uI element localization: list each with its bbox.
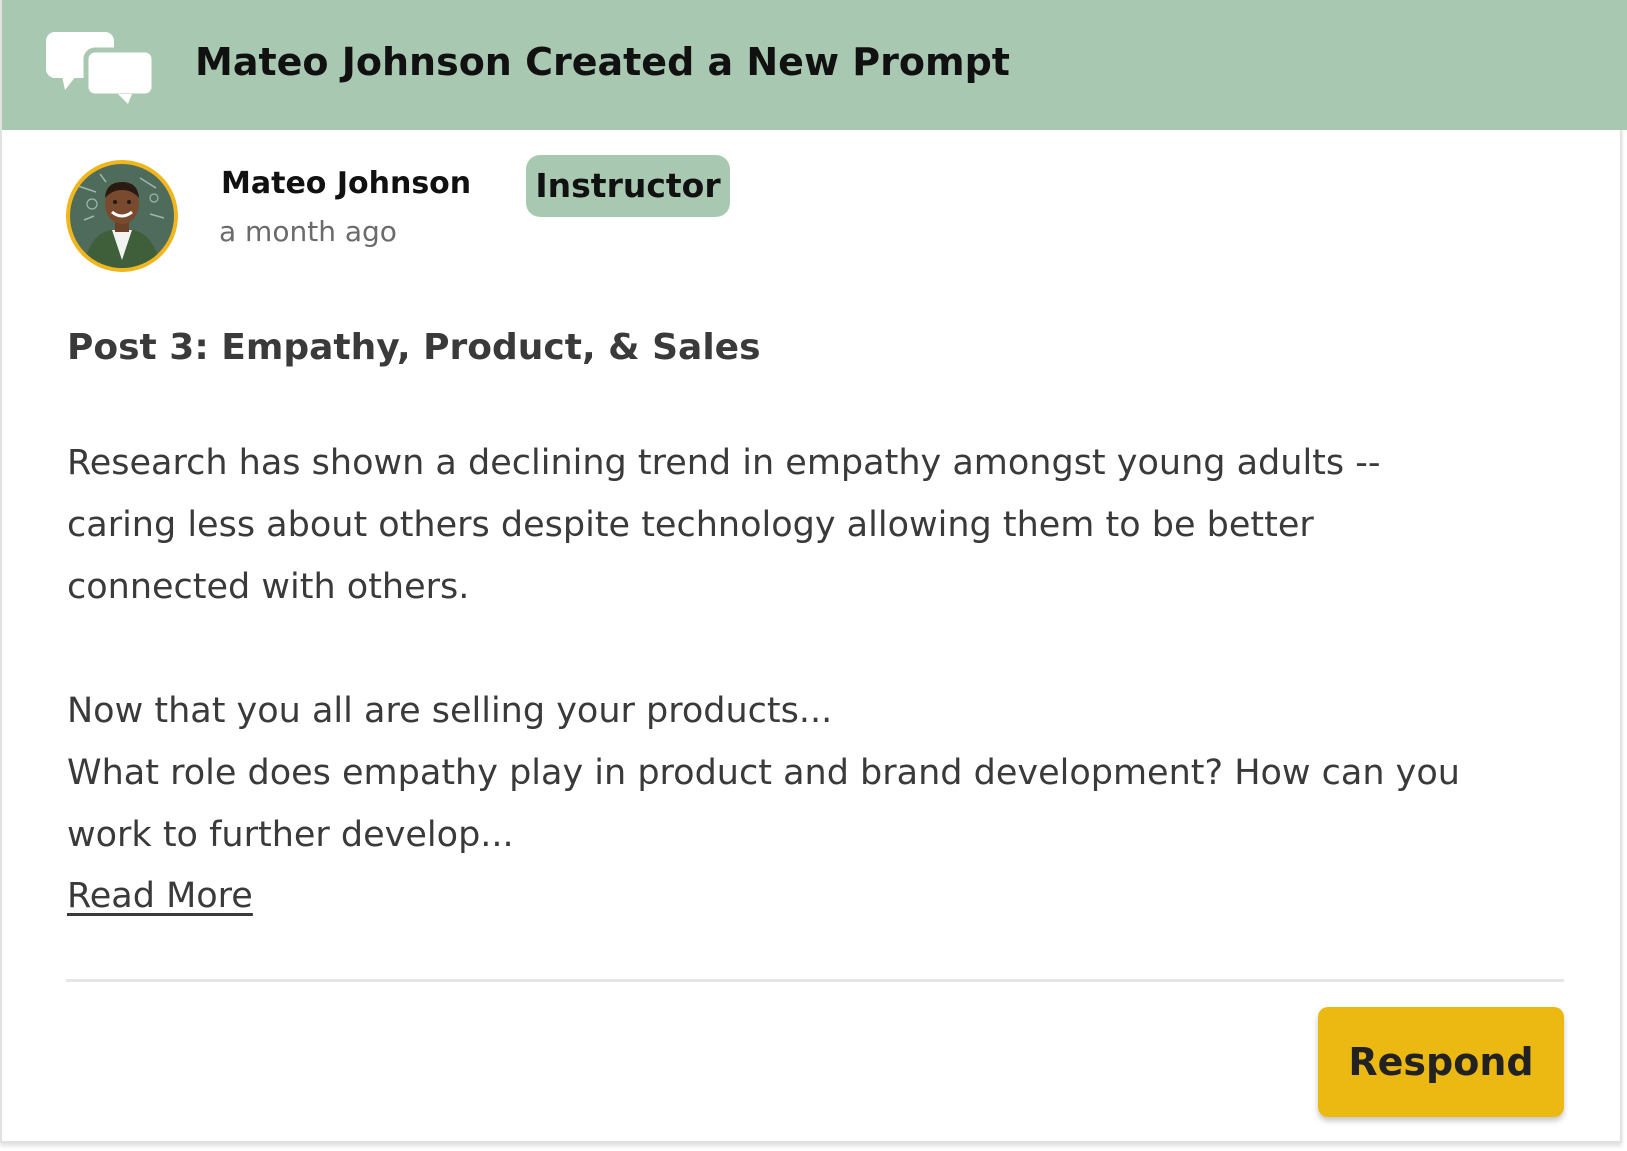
post-body-line: connected with others. bbox=[67, 567, 470, 607]
post-timestamp: a month ago bbox=[219, 215, 397, 248]
post-body-line: Now that you all are selling your produc… bbox=[67, 691, 833, 731]
author-name[interactable]: Mateo Johnson bbox=[221, 164, 471, 204]
prompt-notification-card: Mateo Johnson Created a New Prompt Mateo… bbox=[0, 0, 1627, 1143]
notification-title: Mateo Johnson Created a New Prompt bbox=[195, 40, 1010, 84]
post-body-paragraph: Now that you all are selling your produc… bbox=[67, 680, 1587, 866]
divider bbox=[66, 979, 1564, 982]
post-title: Post 3: Empathy, Product, & Sales bbox=[67, 327, 761, 368]
role-badge: Instructor bbox=[526, 155, 730, 217]
post-body-line: What role does empathy play in product a… bbox=[67, 753, 1460, 793]
avatar[interactable] bbox=[66, 160, 178, 272]
respond-button[interactable]: Respond bbox=[1318, 1007, 1564, 1117]
post-body-line: Research has shown a declining trend in … bbox=[67, 443, 1381, 483]
notification-banner: Mateo Johnson Created a New Prompt bbox=[2, 0, 1627, 130]
post-body-line: caring less about others despite technol… bbox=[67, 505, 1314, 545]
avatar-photo bbox=[70, 164, 174, 268]
post-body-line: work to further develop... bbox=[67, 815, 514, 855]
post-body-paragraph: Research has shown a declining trend in … bbox=[67, 432, 1587, 618]
chat-bubbles-icon bbox=[46, 32, 154, 104]
read-more-link[interactable]: Read More bbox=[67, 868, 253, 924]
